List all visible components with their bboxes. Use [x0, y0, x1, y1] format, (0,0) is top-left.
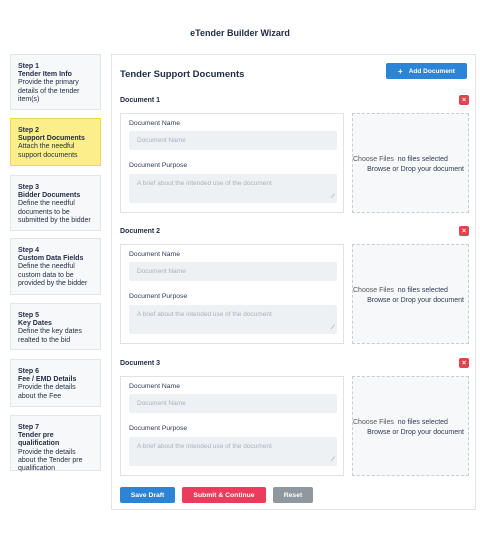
step-number: Step 3 — [18, 184, 40, 191]
file-status: no files selected — [397, 419, 448, 426]
document-name-label: Document Name — [129, 383, 180, 390]
choose-files-button[interactable]: Choose Files — [353, 287, 394, 294]
plus-icon: + — [398, 66, 403, 76]
step-name: Fee / EMD Details — [18, 376, 77, 384]
close-icon: × — [461, 96, 467, 104]
document-form: Document Name Document Name Document Pur… — [120, 376, 344, 476]
document-name-input[interactable]: Document Name — [129, 394, 337, 413]
choose-files-button[interactable]: Choose Files — [353, 419, 394, 426]
purpose-placeholder: A brief about the intended use of the do… — [137, 180, 272, 187]
purpose-placeholder: A brief about the intended use of the do… — [137, 443, 272, 450]
drop-hint: Browse or Drop your document — [367, 429, 464, 436]
file-input[interactable]: Choose Files no files selected — [353, 419, 470, 426]
drop-hint: Browse or Drop your document — [367, 166, 464, 173]
document-purpose-label: Document Purpose — [129, 425, 188, 432]
document-card-1: Document 1 × Document Name Document Name… — [120, 95, 469, 221]
file-drop-zone[interactable]: Choose Files no files selected Browse or… — [352, 376, 469, 476]
close-icon: × — [461, 359, 467, 367]
purpose-placeholder: A brief about the intended use of the do… — [137, 311, 272, 318]
page-title: eTender Builder Wizard — [190, 28, 290, 38]
add-document-button[interactable]: + Add Document — [386, 63, 467, 79]
step-number: Step 2 — [18, 127, 40, 134]
add-document-label: Add Document — [408, 67, 455, 75]
resize-handle-icon[interactable]: ⟋ — [331, 194, 335, 201]
close-icon: × — [461, 227, 467, 235]
document-name-input[interactable]: Document Name — [129, 131, 337, 150]
reset-button[interactable]: Reset — [273, 487, 313, 503]
remove-document-button[interactable]: × — [459, 226, 469, 236]
step-name: Tender Item Info — [18, 71, 72, 79]
save-draft-button[interactable]: Save Draft — [120, 487, 175, 503]
step-description: Attach the needful support documents — [18, 143, 78, 159]
document-card-2: Document 2 × Document Name Document Name… — [120, 226, 469, 352]
document-name-label: Document Name — [129, 120, 180, 127]
file-status: no files selected — [397, 287, 448, 294]
step-number: Step 6 — [18, 368, 40, 375]
step-description: Provide the details about the Tender pre… — [18, 448, 83, 473]
document-purpose-label: Document Purpose — [129, 162, 188, 169]
support-documents-panel: Tender Support Documents + Add Document … — [111, 54, 476, 510]
document-name-input[interactable]: Document Name — [129, 262, 337, 281]
step-1[interactable]: Step 1 Tender Item Info Provide the prim… — [10, 54, 101, 110]
document-title: Document 1 — [120, 97, 161, 104]
file-drop-zone[interactable]: Choose Files no files selected Browse or… — [352, 244, 469, 344]
document-form: Document Name Document Name Document Pur… — [120, 244, 344, 344]
document-name-label: Document Name — [129, 251, 180, 258]
submit-continue-button[interactable]: Submit & Continue — [182, 487, 266, 503]
document-purpose-textarea[interactable]: A brief about the intended use of the do… — [129, 437, 337, 466]
drop-hint: Browse or Drop your document — [367, 297, 464, 304]
step-name: Support Documents — [18, 135, 85, 143]
step-name: Tender pre qualification — [18, 432, 60, 448]
panel-title: Tender Support Documents — [120, 69, 245, 80]
document-purpose-label: Document Purpose — [129, 293, 188, 300]
step-5[interactable]: Step 5 Key Dates Define the key dates re… — [10, 303, 101, 350]
step-description: Provide the details about the Fee — [18, 384, 76, 400]
step-3[interactable]: Step 3 Bidder Documents Define the needf… — [10, 175, 101, 231]
document-form: Document Name Document Name Document Pur… — [120, 113, 344, 213]
step-number: Step 5 — [18, 312, 40, 319]
step-description: Define the needful custom data to be pro… — [18, 263, 88, 287]
file-input[interactable]: Choose Files no files selected — [353, 287, 470, 294]
step-name: Bidder Documents — [18, 192, 81, 200]
step-4[interactable]: Step 4 Custom Data Fields Define the nee… — [10, 238, 101, 295]
choose-files-button[interactable]: Choose Files — [353, 156, 394, 163]
step-number: Step 4 — [18, 247, 40, 254]
file-status: no files selected — [397, 156, 448, 163]
step-name: Custom Data Fields — [18, 255, 84, 263]
file-drop-zone[interactable]: Choose Files no files selected Browse or… — [352, 113, 469, 213]
resize-handle-icon[interactable]: ⟋ — [331, 325, 335, 332]
document-card-3: Document 3 × Document Name Document Name… — [120, 358, 469, 484]
document-title: Document 3 — [120, 360, 161, 367]
document-purpose-textarea[interactable]: A brief about the intended use of the do… — [129, 305, 337, 334]
resize-handle-icon[interactable]: ⟋ — [331, 457, 335, 464]
file-input[interactable]: Choose Files no files selected — [353, 156, 470, 163]
step-number: Step 1 — [18, 63, 40, 70]
step-7[interactable]: Step 7 Tender pre qualification Provide … — [10, 415, 101, 473]
step-number: Step 7 — [18, 424, 40, 431]
step-6[interactable]: Step 6 Fee / EMD Details Provide the det… — [10, 359, 101, 407]
remove-document-button[interactable]: × — [459, 95, 469, 105]
document-purpose-textarea[interactable]: A brief about the intended use of the do… — [129, 174, 337, 203]
step-description: Provide the primary details of the tende… — [18, 79, 80, 103]
document-title: Document 2 — [120, 228, 161, 235]
step-2[interactable]: Step 2 Support Documents Attach the need… — [10, 118, 101, 166]
step-description: Define the needful documents to be submi… — [18, 200, 91, 224]
step-description: Define the key dates realted to the bid — [18, 328, 82, 344]
remove-document-button[interactable]: × — [459, 358, 469, 368]
step-name: Key Dates — [18, 320, 52, 328]
